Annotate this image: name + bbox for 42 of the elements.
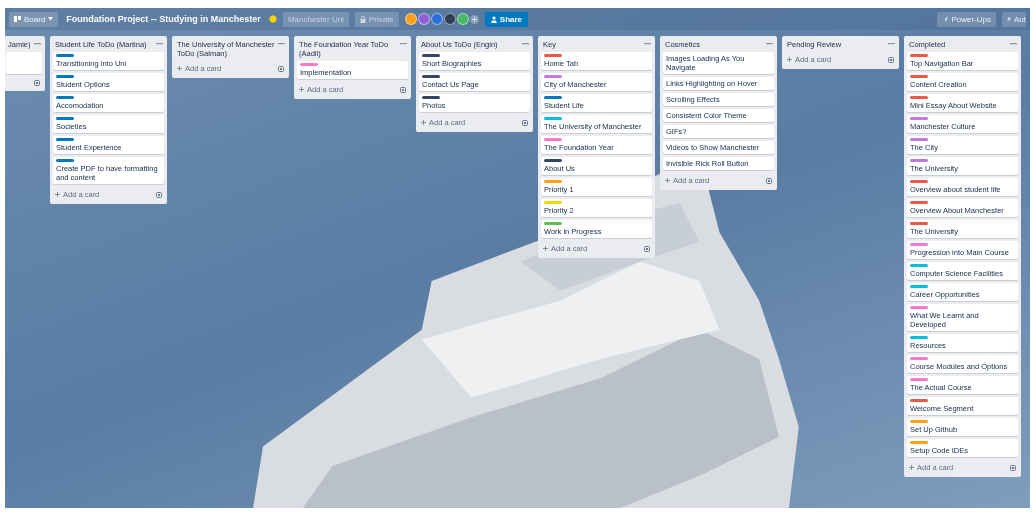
lock-icon <box>359 15 366 23</box>
plus-icon <box>421 120 426 125</box>
plus-icon <box>909 465 914 470</box>
template-button[interactable] <box>34 80 40 86</box>
board-title: Foundation Project -- Studying in Manchester <box>65 14 262 24</box>
template-button[interactable] <box>400 86 406 93</box>
plus-icon <box>177 66 182 71</box>
plus-icon <box>55 192 60 197</box>
template-icon <box>1010 464 1016 471</box>
plus-icon <box>299 87 304 92</box>
template-button[interactable] <box>766 177 772 184</box>
template-icon <box>888 56 894 63</box>
template-button[interactable] <box>278 65 284 72</box>
template-button[interactable] <box>644 245 650 252</box>
add-member-icon <box>469 14 479 24</box>
list-menu-button[interactable] <box>32 40 41 45</box>
template-button[interactable] <box>156 191 162 198</box>
template-button[interactable] <box>1010 464 1016 471</box>
template-icon <box>400 86 406 93</box>
list-menu-button[interactable] <box>1008 40 1017 45</box>
list-menu-button[interactable] <box>276 40 285 45</box>
list-menu-button[interactable] <box>764 40 773 45</box>
list-menu-button[interactable] <box>886 40 895 45</box>
caret-icon <box>48 17 54 21</box>
template-button[interactable] <box>522 119 528 126</box>
list-menu-button[interactable] <box>520 40 529 45</box>
board-icon <box>14 16 21 22</box>
template-icon <box>644 245 650 252</box>
template-icon <box>766 177 772 184</box>
bolt-icon <box>1007 16 1011 22</box>
template-icon <box>278 65 284 72</box>
template-button[interactable] <box>888 56 894 63</box>
plus-icon <box>665 178 670 183</box>
template-icon <box>156 191 162 198</box>
template-icon <box>34 80 40 86</box>
template-icon <box>522 119 528 126</box>
list-menu-button[interactable] <box>642 40 651 45</box>
plus-icon <box>787 57 792 62</box>
list-menu-button[interactable] <box>398 40 407 45</box>
plus-icon <box>543 246 548 251</box>
person-icon <box>490 15 497 23</box>
list-menu-button[interactable] <box>154 40 163 45</box>
